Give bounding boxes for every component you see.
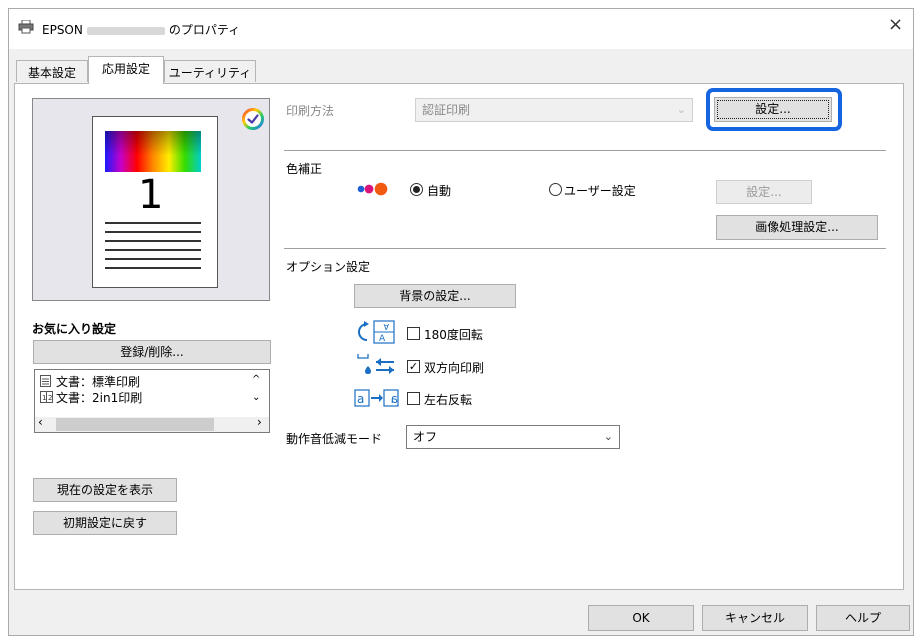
- quiet-mode-select[interactable]: オフ ⌄: [406, 425, 620, 449]
- redacted-model-name: [86, 26, 165, 35]
- color-bar-shade: [105, 131, 201, 172]
- document-icon: [40, 375, 51, 387]
- mirror-icon: a a: [354, 388, 400, 408]
- mirror-checkbox[interactable]: [407, 392, 420, 405]
- text-line: [105, 249, 201, 251]
- bidirectional-icon: [354, 352, 400, 376]
- color-check-icon: [242, 108, 264, 130]
- close-button[interactable]: ×: [888, 14, 903, 35]
- tab-utility[interactable]: ユーティリティー: [164, 60, 256, 97]
- cancel-button[interactable]: キャンセル: [702, 605, 808, 631]
- quiet-mode-label: 動作音低減モード: [286, 432, 383, 446]
- separator: [284, 248, 886, 249]
- svg-text:A: A: [383, 322, 389, 331]
- scroll-left-arrow-icon[interactable]: ‹: [38, 415, 43, 429]
- tab-basic-settings[interactable]: 基本設定: [16, 60, 88, 82]
- scroll-right-arrow-icon[interactable]: ›: [257, 415, 262, 429]
- print-method-value: 認証印刷: [422, 103, 471, 117]
- print-method-select: 認証印刷 ⌄: [415, 98, 693, 122]
- chevron-down-icon: ⌄: [603, 430, 613, 443]
- svg-text:2: 2: [48, 394, 52, 402]
- two-in-one-icon: 12: [40, 391, 53, 403]
- color-correction-heading: 色補正: [286, 162, 323, 176]
- text-line: [105, 267, 201, 269]
- image-processing-settings-button[interactable]: 画像処理設定...: [716, 215, 878, 240]
- option-settings-heading: オプション設定: [286, 260, 371, 274]
- favorites-heading: お気に入り設定: [32, 322, 117, 336]
- title-prefix: EPSON: [42, 23, 83, 37]
- user-setting-radio[interactable]: [549, 183, 562, 196]
- print-method-settings-button[interactable]: 設定...: [714, 97, 832, 122]
- color-dots-icon: [357, 182, 401, 196]
- register-delete-button[interactable]: 登録/削除...: [33, 340, 271, 364]
- text-line: [105, 222, 201, 224]
- mirror-label: 左右反転: [424, 393, 473, 407]
- auto-radio[interactable]: [410, 183, 423, 196]
- list-item-label: 文書：2in1印刷: [56, 391, 143, 405]
- chevron-down-icon: ⌄: [676, 103, 686, 116]
- preview-page-number: 1: [138, 172, 164, 218]
- color-settings-button: 設定...: [716, 180, 812, 204]
- printer-icon: [18, 19, 34, 34]
- help-button[interactable]: ヘルプ: [816, 605, 910, 631]
- ok-button[interactable]: OK: [588, 605, 694, 631]
- background-settings-button[interactable]: 背景の設定...: [354, 284, 516, 308]
- horizontal-scroll-thumb[interactable]: [56, 418, 214, 431]
- rotate-180-icon: A A: [354, 320, 400, 344]
- user-setting-radio-label: ユーザー設定: [564, 184, 636, 198]
- text-line: [105, 240, 201, 242]
- svg-text:A: A: [379, 334, 386, 344]
- title-suffix: のプロパティ: [168, 23, 241, 37]
- svg-text:1: 1: [42, 394, 46, 402]
- window-title: EPSON のプロパティ: [42, 21, 240, 38]
- bidirectional-label: 双方向印刷: [424, 361, 485, 375]
- quiet-mode-value: オフ: [413, 430, 438, 444]
- text-line: [105, 231, 201, 233]
- reset-default-button[interactable]: 初期設定に戻す: [33, 511, 177, 535]
- print-method-label: 印刷方法: [286, 104, 335, 118]
- bidirectional-checkbox[interactable]: ✓: [407, 360, 420, 373]
- separator: [284, 150, 886, 151]
- auto-radio-label: 自動: [427, 184, 452, 198]
- svg-text:a: a: [357, 392, 364, 406]
- rotate-180-checkbox[interactable]: [407, 327, 420, 340]
- scroll-up-arrow-icon[interactable]: ^: [252, 374, 260, 385]
- tab-advanced-settings[interactable]: 応用設定: [88, 56, 164, 84]
- scroll-down-arrow-icon[interactable]: ⌄: [252, 392, 260, 403]
- show-current-settings-button[interactable]: 現在の設定を表示: [33, 478, 177, 502]
- text-line: [105, 258, 201, 260]
- svg-text:a: a: [391, 392, 398, 406]
- rotate-180-label: 180度回転: [424, 328, 483, 342]
- list-item-label: 文書：標準印刷: [56, 375, 141, 389]
